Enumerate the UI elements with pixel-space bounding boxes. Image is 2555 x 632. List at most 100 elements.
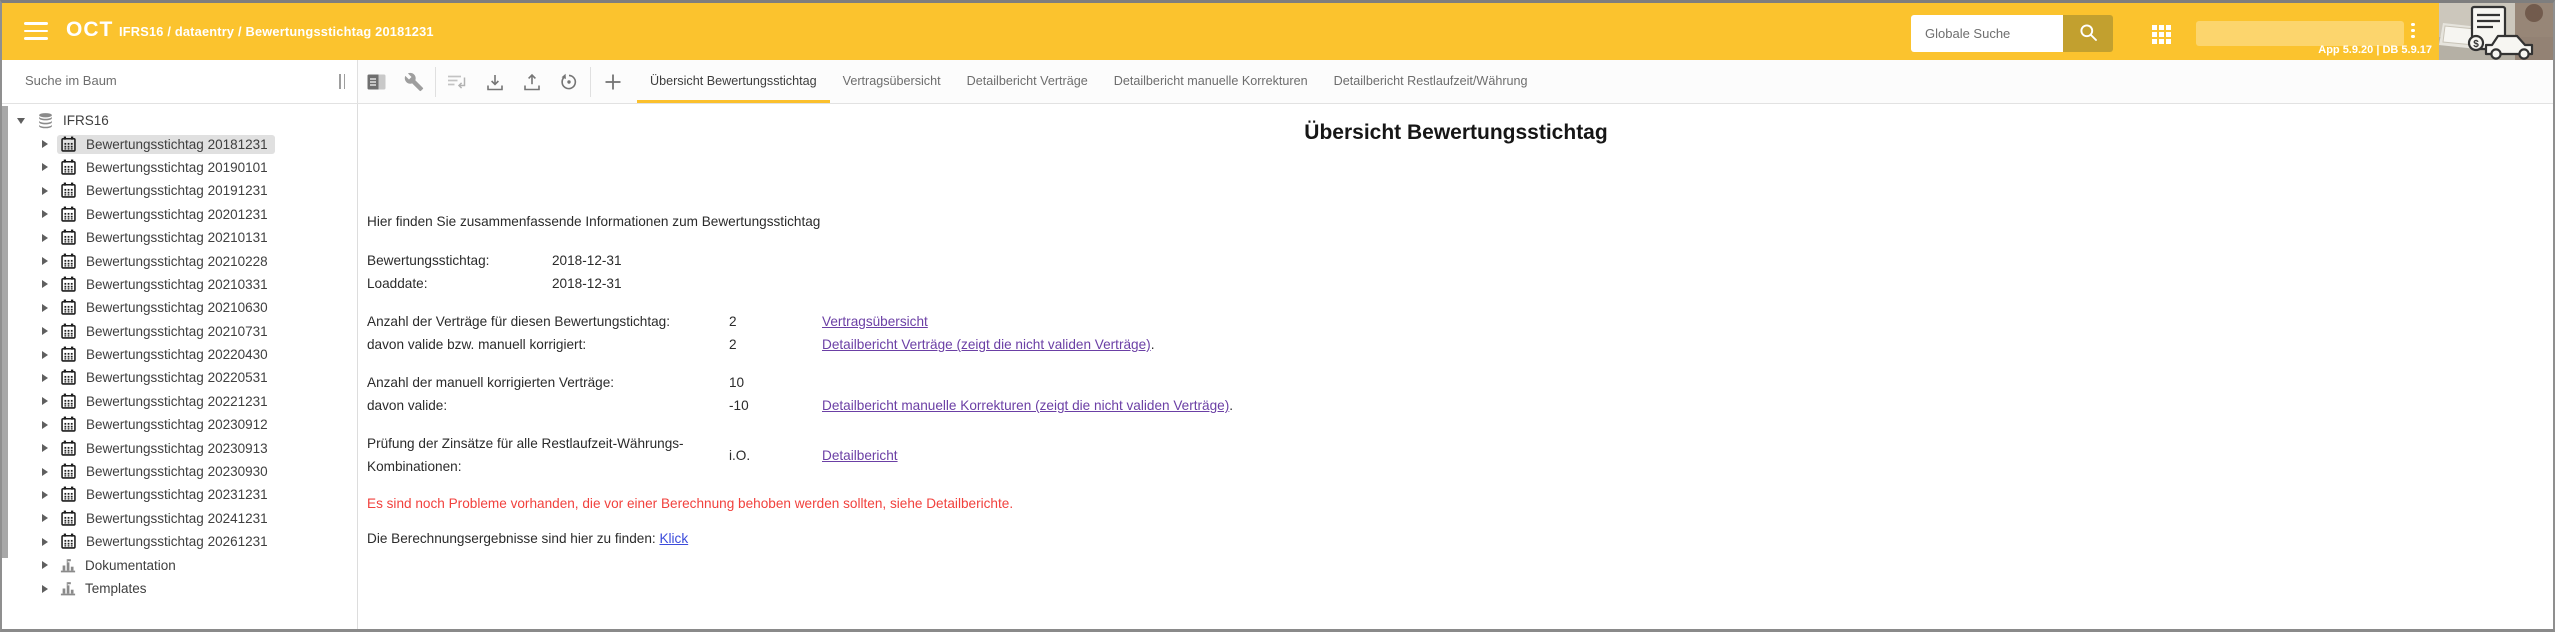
info-row: Anzahl der manuell korrigierten Verträge…: [367, 371, 2533, 394]
tree-item-bewertungsstichtag-20241231[interactable]: Bewertungsstichtag 20241231: [2, 507, 357, 530]
calendar-icon: [60, 229, 77, 246]
move-rows-icon[interactable]: [439, 60, 476, 103]
app-window: OCT IFRS16 / dataentry / Bewertungsstich…: [0, 0, 2555, 632]
value-zinspruefung: i.O.: [729, 444, 822, 467]
calendar-icon: [60, 206, 77, 223]
calendar-icon: [60, 299, 77, 316]
tree-item-bewertungsstichtag-20230913[interactable]: Bewertungsstichtag 20230913: [2, 436, 357, 459]
info-row: Loaddate: 2018-12-31: [367, 272, 2533, 295]
tree-expand-icon[interactable]: [42, 444, 48, 452]
tree-item-bewertungsstichtag-20220430[interactable]: Bewertungsstichtag 20220430: [2, 343, 357, 366]
report-icon: [60, 581, 76, 596]
tree-item-bewertungsstichtag-20210228[interactable]: Bewertungsstichtag 20210228: [2, 249, 357, 272]
info-group-vertraege: Anzahl der Verträge für diesen Bewertung…: [367, 310, 2533, 356]
tree-expand-icon[interactable]: [42, 187, 48, 195]
value-loaddate: 2018-12-31: [552, 272, 645, 295]
kebab-menu-icon[interactable]: [2410, 23, 2416, 41]
global-search-input[interactable]: [1911, 15, 2063, 52]
tab-vertragsuebersicht[interactable]: Vertragsübersicht: [830, 60, 954, 103]
tree-item-bewertungsstichtag-20221231[interactable]: Bewertungsstichtag 20221231: [2, 390, 357, 413]
value-anzahl-korrigiert: 10: [729, 371, 822, 394]
tree-item-bewertungsstichtag-20231231[interactable]: Bewertungsstichtag 20231231: [2, 483, 357, 506]
tree-expand-icon[interactable]: [42, 421, 48, 429]
tree-item-templates[interactable]: Templates: [2, 577, 357, 600]
link-detailbericht-manuelle-korrekturen[interactable]: Detailbericht manuelle Korrekturen (zeig…: [822, 398, 1229, 413]
info-row: Anzahl der Verträge für diesen Bewertung…: [367, 310, 2533, 333]
calendar-icon: [60, 253, 77, 270]
tree-search: [2, 60, 358, 103]
warning-text: Es sind noch Probleme vorhanden, die vor…: [367, 496, 1013, 511]
upload-icon[interactable]: [513, 60, 550, 103]
tree-expand-icon[interactable]: [42, 234, 48, 242]
tree-expand-icon[interactable]: [42, 280, 48, 288]
result-line: Die Berechnungsergebnisse sind hier zu f…: [367, 531, 688, 546]
tree-expand-icon[interactable]: [42, 468, 48, 476]
tree-expand-icon[interactable]: [42, 210, 48, 218]
tree-root-ifrs16[interactable]: IFRS16: [2, 109, 357, 132]
svg-text:$: $: [2473, 39, 2479, 50]
tree-expand-icon[interactable]: [42, 585, 48, 593]
add-tab-icon[interactable]: [594, 60, 631, 103]
tab-detailbericht-restlaufzeit-waehrung[interactable]: Detailbericht Restlaufzeit/Währung: [1321, 60, 1541, 103]
tree-expand-icon[interactable]: [42, 514, 48, 522]
tree-item-bewertungsstichtag-20210131[interactable]: Bewertungsstichtag 20210131: [2, 226, 357, 249]
wrench-icon[interactable]: [395, 60, 432, 103]
info-row: Bewertungsstichtag: 2018-12-31: [367, 249, 2533, 272]
calendar-icon: [60, 510, 77, 527]
tree-expand-icon[interactable]: [42, 538, 48, 546]
global-search-button[interactable]: [2063, 15, 2113, 52]
tree-expand-icon[interactable]: [42, 140, 48, 148]
tree-item-bewertungsstichtag-20190101[interactable]: Bewertungsstichtag 20190101: [2, 156, 357, 179]
tree-expand-icon[interactable]: [42, 257, 48, 265]
download-icon[interactable]: [476, 60, 513, 103]
toolbar-tab-strip: Übersicht Bewertungsstichtag Vertragsübe…: [2, 60, 2553, 104]
tree-item-bewertungsstichtag-20230930[interactable]: Bewertungsstichtag 20230930: [2, 460, 357, 483]
main-content: Übersicht Bewertungsstichtag Hier finden…: [359, 104, 2553, 629]
tree-item-bewertungsstichtag-20210630[interactable]: Bewertungsstichtag 20210630: [2, 296, 357, 319]
resize-handle-icon[interactable]: [339, 74, 347, 89]
tree-item-bewertungsstichtag-20210331[interactable]: Bewertungsstichtag 20210331: [2, 273, 357, 296]
tree-expand-icon[interactable]: [42, 163, 48, 171]
menu-icon[interactable]: [24, 22, 48, 41]
link-detailbericht[interactable]: Detailbericht: [822, 448, 898, 463]
calendar-icon: [60, 393, 77, 410]
tree-sidebar: IFRS16 Bewertungsstichtag 20181231 Bewer…: [2, 104, 358, 629]
tree-item-dokumentation[interactable]: Dokumentation: [2, 553, 357, 576]
tree-expand-icon[interactable]: [42, 351, 48, 359]
tree-search-input[interactable]: [2, 60, 315, 101]
tree-item-bewertungsstichtag-20181231[interactable]: Bewertungsstichtag 20181231: [2, 132, 357, 155]
tab-detailbericht-vertraege[interactable]: Detailbericht Verträge: [954, 60, 1101, 103]
tab-bar: Übersicht Bewertungsstichtag Vertragsübe…: [637, 60, 1541, 103]
intro-text: Hier finden Sie zusammenfassende Informa…: [367, 214, 820, 229]
tree-expand-icon[interactable]: [42, 397, 48, 405]
breadcrumb: IFRS16 / dataentry / Bewertungsstichtag …: [119, 24, 434, 39]
app-header: OCT IFRS16 / dataentry / Bewertungsstich…: [2, 3, 2553, 60]
tab-uebersicht-bewertungsstichtag[interactable]: Übersicht Bewertungsstichtag: [637, 60, 830, 103]
tree-collapse-icon[interactable]: [17, 118, 25, 124]
tree-expand-icon[interactable]: [42, 374, 48, 382]
info-row: davon valide bzw. manuell korrigiert: 2 …: [367, 333, 2533, 356]
tab-detailbericht-manuelle-korrekturen[interactable]: Detailbericht manuelle Korrekturen: [1101, 60, 1321, 103]
tree-item-bewertungsstichtag-20220531[interactable]: Bewertungsstichtag 20220531: [2, 366, 357, 389]
link-vertragsuebersicht[interactable]: Vertragsübersicht: [822, 314, 928, 329]
info-row: davon valide: -10 Detailbericht manuelle…: [367, 394, 2533, 417]
tree-expand-icon[interactable]: [42, 304, 48, 312]
app-logo: OCT: [66, 18, 113, 42]
tree-item-bewertungsstichtag-20210731[interactable]: Bewertungsstichtag 20210731: [2, 320, 357, 343]
calendar-icon: [60, 136, 77, 153]
tree-expand-icon[interactable]: [42, 327, 48, 335]
link-klick[interactable]: Klick: [659, 531, 688, 546]
restore-icon[interactable]: [550, 60, 587, 103]
link-detailbericht-vertraege[interactable]: Detailbericht Verträge (zeigt die nicht …: [822, 337, 1151, 352]
tree-item-bewertungsstichtag-20201231[interactable]: Bewertungsstichtag 20201231: [2, 203, 357, 226]
apps-grid-icon[interactable]: [2152, 25, 2171, 44]
tree-expand-icon[interactable]: [42, 491, 48, 499]
global-search: [1911, 15, 2113, 52]
detail-panel-icon[interactable]: [358, 60, 395, 103]
info-group-korrekturen: Anzahl der manuell korrigierten Verträge…: [367, 371, 2533, 417]
tree-item-bewertungsstichtag-20191231[interactable]: Bewertungsstichtag 20191231: [2, 179, 357, 202]
tree-item-bewertungsstichtag-20230912[interactable]: Bewertungsstichtag 20230912: [2, 413, 357, 436]
tree-expand-icon[interactable]: [42, 561, 48, 569]
tree-item-bewertungsstichtag-20261231[interactable]: Bewertungsstichtag 20261231: [2, 530, 357, 553]
user-account-redacted[interactable]: [2196, 21, 2404, 46]
